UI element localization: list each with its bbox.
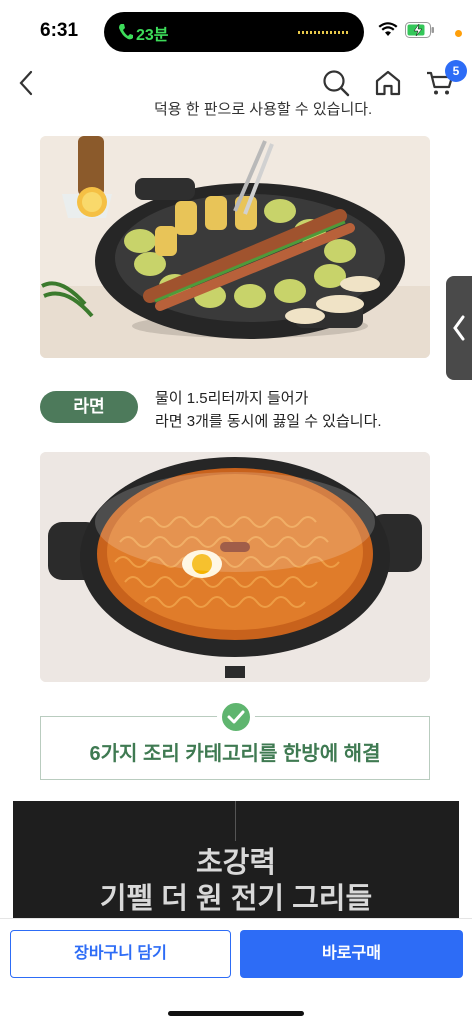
battery-charging-icon xyxy=(405,22,434,38)
product-detail-content[interactable]: 덕용 한 판으로 사용할 수 있습니다. 라면 물이 1.5리터까지 들어가 라… xyxy=(0,96,472,918)
ramen-badge: 라면 xyxy=(40,391,138,423)
call-icon xyxy=(119,24,133,40)
audio-indicator xyxy=(298,31,348,34)
ramen-description: 물이 1.5리터까지 들어가 라면 3개를 동시에 끓일 수 있습니다. xyxy=(155,387,382,433)
buy-now-button[interactable]: 바로구매 xyxy=(240,930,463,978)
status-bar: 6:31 23분 xyxy=(0,0,472,58)
privacy-indicator xyxy=(455,30,462,37)
add-to-cart-button[interactable]: 장바구니 담기 xyxy=(10,930,231,978)
cart-count-badge: 5 xyxy=(445,60,467,82)
top-caption: 덕용 한 판으로 사용할 수 있습니다. xyxy=(154,101,373,118)
check-badge xyxy=(217,698,255,736)
promo-banner: 초강력 기펠 더 원 전기 그리들 xyxy=(13,801,459,918)
ramen-desc-line1: 물이 1.5리터까지 들어가 xyxy=(155,390,309,407)
home-icon[interactable] xyxy=(373,68,403,98)
grill-photo xyxy=(40,136,430,358)
status-time: 6:31 xyxy=(40,20,79,41)
dynamic-island[interactable]: 23분 xyxy=(104,12,364,52)
search-icon[interactable] xyxy=(321,68,351,98)
back-icon[interactable] xyxy=(14,68,40,98)
chevron-left-icon xyxy=(453,315,465,341)
home-indicator[interactable] xyxy=(168,1011,304,1016)
side-drawer-tab[interactable] xyxy=(446,276,472,380)
wifi-icon xyxy=(378,22,398,36)
ramen-illustration xyxy=(40,452,430,682)
category-summary-title: 6가지 조리 카테고리를 한방에 해결 xyxy=(89,743,381,765)
banner-divider xyxy=(235,801,236,841)
banner-title: 초강력 기펠 더 원 전기 그리들 xyxy=(13,845,459,917)
banner-title-line1: 초강력 xyxy=(195,847,277,879)
banner-title-line2: 기펠 더 원 전기 그리들 xyxy=(99,883,373,915)
ramen-photo xyxy=(40,452,430,682)
check-icon xyxy=(227,710,245,724)
grill-illustration xyxy=(40,136,430,358)
purchase-bar: 장바구니 담기 바로구매 xyxy=(0,918,472,1024)
ramen-desc-line2: 라면 3개를 동시에 끓일 수 있습니다. xyxy=(155,413,382,430)
call-timer: 23분 xyxy=(136,27,169,44)
